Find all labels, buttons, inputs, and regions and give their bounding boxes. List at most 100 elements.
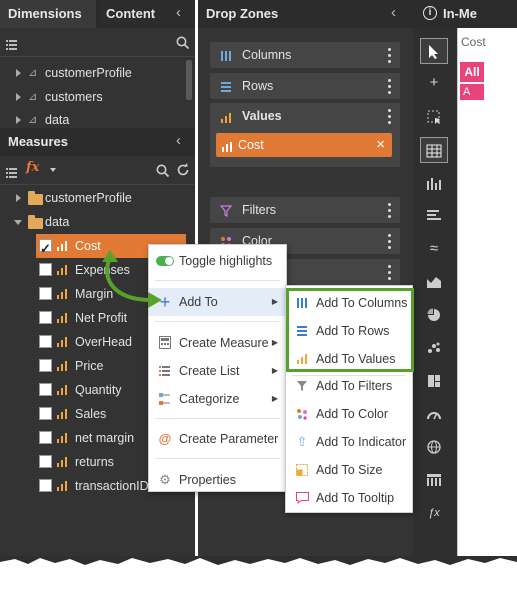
calculator-icon [157, 329, 173, 359]
measure-label: Price [75, 359, 104, 373]
drop-zones-title: Drop Zones [198, 0, 413, 28]
measure-bars-icon [57, 361, 69, 371]
pivot-grid-icon[interactable] [420, 467, 448, 493]
measure-bars-icon [57, 385, 69, 395]
measure-label: OverHead [75, 335, 132, 349]
size-icon [294, 456, 310, 486]
canvas-member-button[interactable]: A [460, 84, 484, 100]
gauge-icon[interactable] [420, 401, 448, 427]
measure-bars-icon [57, 265, 69, 275]
zone-menu-icon[interactable] [388, 265, 392, 283]
treemap-icon[interactable] [420, 368, 448, 394]
menu-create-list[interactable]: Create List ▶ [149, 357, 286, 385]
fx-dropdown-icon[interactable] [50, 168, 56, 172]
menu-toggle-highlights[interactable]: Toggle highlights [149, 247, 286, 275]
all-button[interactable]: All [460, 62, 484, 82]
menu-create-parameter[interactable]: @ Create Parameter [149, 425, 286, 453]
measure-label: Sales [75, 407, 107, 421]
bar-chart-icon[interactable] [420, 203, 448, 229]
collapse-measures-icon[interactable]: ‹ [176, 132, 181, 149]
checkbox[interactable] [39, 335, 52, 348]
zone-menu-icon[interactable] [388, 48, 392, 66]
dimension-item[interactable]: ⊿ data [0, 108, 186, 126]
list-view-icon[interactable] [6, 165, 17, 183]
checkbox[interactable] [39, 263, 52, 276]
expand-icon[interactable] [16, 116, 21, 124]
submenu-add-to-values[interactable]: Add To Values [286, 345, 412, 373]
submenu-add-to-columns[interactable]: Add To Columns [286, 289, 412, 317]
zone-menu-icon[interactable] [388, 79, 392, 97]
zone-columns[interactable]: Columns [210, 42, 400, 68]
zone-menu-icon[interactable] [388, 203, 392, 221]
line-chart-icon[interactable]: ≈ [420, 236, 448, 262]
dimension-item[interactable]: ⊿ customers [0, 85, 186, 109]
menu-add-to[interactable]: + Add To ▶ [149, 288, 286, 316]
list-view-icon[interactable] [6, 37, 17, 50]
expand-icon[interactable] [16, 194, 21, 202]
checkbox[interactable] [39, 237, 52, 261]
submenu-add-to-filters[interactable]: Add To Filters [286, 372, 412, 400]
values-chip-cost[interactable]: Cost × [216, 133, 392, 157]
checkbox[interactable] [39, 431, 52, 444]
measure-label: returns [75, 455, 114, 469]
dimensions-toolbar [0, 30, 195, 56]
checkbox[interactable] [39, 287, 52, 300]
at-icon: @ [158, 431, 172, 446]
collapse-icon[interactable] [14, 220, 22, 225]
expand-icon[interactable] [16, 93, 21, 101]
report-canvas[interactable]: Cost All A [457, 28, 517, 560]
pointer-icon[interactable] [420, 38, 448, 64]
folder-icon [28, 215, 43, 229]
checkbox[interactable] [39, 455, 52, 468]
globe-icon[interactable] [420, 434, 448, 460]
zone-menu-icon[interactable] [388, 234, 392, 252]
dimension-item[interactable]: ⊿ customerProfile [0, 61, 186, 85]
pie-chart-icon[interactable] [420, 302, 448, 328]
measure-folder[interactable]: customerProfile [0, 186, 186, 210]
checkbox[interactable] [39, 311, 52, 324]
submenu-add-to-rows[interactable]: Add To Rows [286, 317, 412, 345]
select-region-icon[interactable] [420, 104, 448, 130]
indicator-icon: ⇧ [296, 434, 308, 449]
column-chart-icon[interactable] [420, 170, 448, 196]
zone-values[interactable]: Values Cost × [210, 103, 400, 167]
measure-folder[interactable]: data [0, 210, 186, 234]
expand-icon[interactable] [16, 69, 21, 77]
area-chart-icon[interactable] [420, 269, 448, 295]
collapse-dropzones-icon[interactable]: ‹ [391, 4, 396, 21]
dimensions-scrollbar[interactable] [186, 60, 192, 100]
checkbox[interactable] [39, 359, 52, 372]
measure-bars-icon [57, 433, 69, 443]
dimensions-panel: Dimensions Content ‹ ⊿ customerProfile ⊿… [0, 0, 195, 128]
search-icon[interactable] [156, 164, 170, 182]
submenu-add-to-tooltip[interactable]: Add To Tooltip [286, 484, 412, 512]
menu-properties[interactable]: ⚙ Properties [149, 466, 286, 494]
scatter-chart-icon[interactable] [420, 335, 448, 361]
menu-categorize[interactable]: Categorize ▶ [149, 385, 286, 413]
fx-button[interactable]: fx [26, 160, 39, 175]
checkbox[interactable] [39, 479, 52, 492]
submenu-add-to-indicator[interactable]: ⇧ Add To Indicator [286, 428, 412, 456]
info-icon[interactable]: i [423, 6, 437, 20]
crosshair-icon[interactable]: + [420, 70, 448, 96]
zone-rows[interactable]: Rows [210, 73, 400, 99]
zone-menu-icon[interactable] [388, 109, 392, 127]
menu-create-measure[interactable]: Create Measure ▶ [149, 329, 286, 357]
collapse-dimensions-icon[interactable]: ‹ [176, 4, 181, 21]
measure-bars-icon [57, 289, 69, 299]
rows-icon [220, 80, 232, 98]
search-icon[interactable] [176, 36, 190, 54]
refresh-icon[interactable] [176, 163, 190, 182]
submenu-add-to-size[interactable]: Add To Size [286, 456, 412, 484]
visual-toolbar: + ≈ ƒx [413, 0, 457, 560]
custom-fx-chart-icon[interactable]: ƒx [420, 500, 448, 526]
tab-dimensions[interactable]: Dimensions [0, 0, 96, 28]
checkbox[interactable] [39, 407, 52, 420]
checkbox[interactable] [39, 383, 52, 396]
submenu-add-to-color[interactable]: Add To Color [286, 400, 412, 428]
zone-filters[interactable]: Filters [210, 197, 400, 223]
measure-label: net margin [75, 431, 135, 445]
remove-chip-icon[interactable]: × [376, 133, 385, 157]
canvas-header: Cost [461, 35, 486, 49]
grid-table-icon[interactable] [420, 137, 448, 163]
